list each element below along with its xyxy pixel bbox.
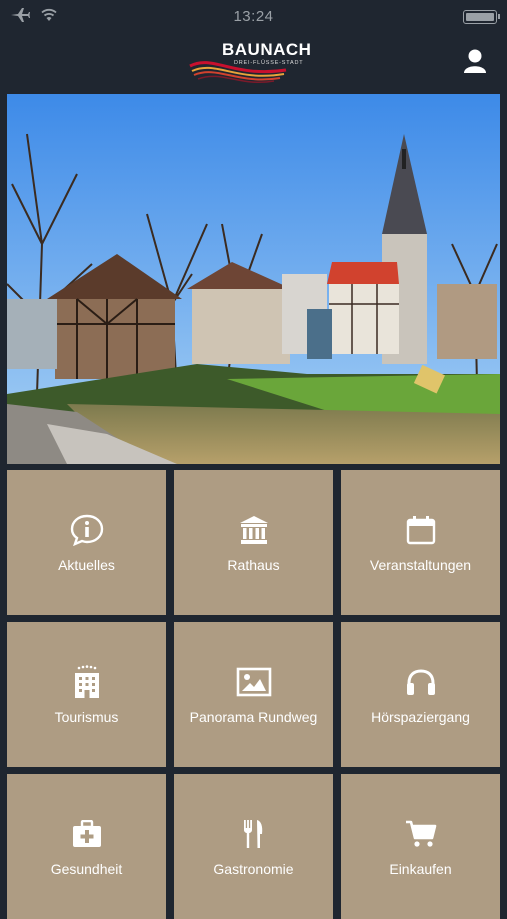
logo-waves-icon [189,61,287,83]
battery-icon [463,10,500,24]
app-header: BAUNACH DREI-FLÜSSE-STADT [0,34,507,92]
menu-grid: Aktuelles Rathaus Veranstaltungen Touris… [7,470,500,919]
tile-veranstaltungen[interactable]: Veranstaltungen [341,470,500,615]
tile-einkaufen[interactable]: Einkaufen [341,774,500,919]
tile-label: Gesundheit [50,860,123,877]
tile-gastronomie[interactable]: Gastronomie [174,774,333,919]
calendar-icon [406,515,435,544]
tile-label: Panorama Rundweg [189,708,318,725]
user-profile-icon[interactable] [461,47,489,75]
status-bar: 13:24 [0,0,507,34]
tile-label: Einkaufen [389,860,452,877]
building-icon [239,515,268,544]
hero-town-image [7,94,500,464]
tile-rathaus[interactable]: Rathaus [174,470,333,615]
tile-gesundheit[interactable]: Gesundheit [7,774,166,919]
baunach-logo[interactable]: BAUNACH DREI-FLÜSSE-STADT [188,38,318,86]
hotel-icon [74,664,99,698]
status-time: 13:24 [233,8,274,25]
tile-label: Gastronomie [213,860,294,877]
tile-label: Hörspaziergang [371,708,470,725]
medkit-icon [72,819,101,847]
tile-aktuelles[interactable]: Aktuelles [7,470,166,615]
tile-panorama-rundweg[interactable]: Panorama Rundweg [174,622,333,767]
tile-label: Aktuelles [58,556,115,573]
tile-label: Veranstaltungen [369,556,472,573]
tile-tourismus[interactable]: Tourismus [7,622,166,767]
tile-label: Rathaus [227,556,280,573]
tile-label: Tourismus [54,708,119,725]
image-icon [236,667,271,696]
info-icon [70,514,103,546]
tile-hoerspaziergang[interactable]: Hörspaziergang [341,622,500,767]
cutlery-icon [243,819,262,848]
cart-icon [405,820,436,847]
headphones-icon [406,668,435,695]
